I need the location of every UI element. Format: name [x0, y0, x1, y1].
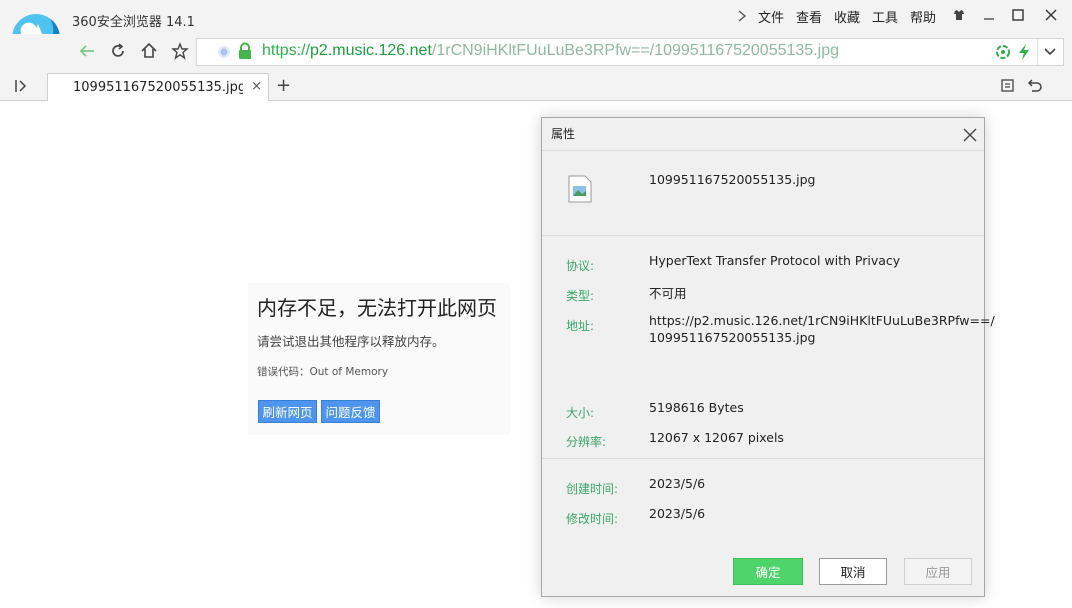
- dialog-titlebar: [542, 118, 984, 150]
- modified-value: 2023/5/6: [649, 506, 706, 521]
- undo-close-tab-icon[interactable]: [1026, 78, 1042, 94]
- url-text: https://p2.music.126.net/1rCN9iHKltFUuLu…: [262, 42, 839, 60]
- modified-label: 修改时间:: [566, 512, 619, 526]
- type-label: 类型:: [566, 289, 595, 303]
- address-label: 地址:: [566, 319, 595, 333]
- created-label: 创建时间:: [566, 482, 619, 496]
- cancel-button[interactable]: 取消: [819, 558, 887, 585]
- divider: [542, 235, 984, 236]
- speed-mode-bolt-icon[interactable]: [1017, 43, 1031, 61]
- maximize-icon[interactable]: [1005, 4, 1031, 26]
- dialog-close-icon[interactable]: [960, 125, 980, 145]
- favorite-star-icon[interactable]: [167, 39, 193, 63]
- menu-tools[interactable]: 工具: [872, 7, 898, 26]
- refresh-page-button[interactable]: 刷新网页: [258, 400, 317, 423]
- tab-label: 109951167520055135.jpg (12067: [73, 80, 243, 95]
- menu-favorites[interactable]: 收藏: [834, 7, 860, 26]
- size-label: 大小:: [566, 406, 595, 420]
- divider: [542, 458, 984, 459]
- feedback-button[interactable]: 问题反馈: [321, 400, 380, 423]
- type-value: 不可用: [649, 286, 687, 301]
- address-dropdown-chevron-icon[interactable]: [1043, 46, 1057, 58]
- size-value: 5198616 Bytes: [649, 400, 744, 415]
- secure-lock-icon: [239, 42, 251, 59]
- skin-shirt-icon[interactable]: [946, 4, 972, 26]
- refresh-icon[interactable]: [105, 39, 131, 63]
- apply-button[interactable]: 应用: [904, 558, 972, 585]
- resolution-label: 分辨率:: [566, 435, 607, 449]
- resolution-value: 12067 x 12067 pixels: [649, 430, 784, 445]
- error-code: 错误代码：Out of Memory: [257, 366, 389, 378]
- url-path: /1rCN9iHKltFUuLuBe3RPfw==/10995116752005…: [431, 42, 839, 59]
- address-value-line1: https://p2.music.126.net/1rCN9iHKltFUuLu…: [649, 313, 995, 328]
- back-icon[interactable]: [74, 39, 100, 63]
- sidebar-toggle-icon[interactable]: [13, 78, 29, 94]
- menu-help[interactable]: 帮助: [910, 7, 936, 26]
- compat-mode-icon[interactable]: [995, 44, 1011, 60]
- url-host: p2.music.126.net: [310, 42, 432, 59]
- minimize-icon[interactable]: [976, 4, 1002, 26]
- menu-expand-chevron-icon[interactable]: [736, 9, 748, 23]
- error-title: 内存不足，无法打开此网页: [257, 296, 497, 320]
- tab-list-icon[interactable]: [1000, 78, 1016, 94]
- dialog-title: 属性: [551, 127, 576, 141]
- image-file-icon: [568, 175, 592, 203]
- address-value-line2: 109951167520055135.jpg: [649, 330, 816, 345]
- menu-view[interactable]: 查看: [796, 7, 822, 26]
- site-info-icon[interactable]: [217, 45, 231, 59]
- new-tab-button[interactable]: +: [276, 75, 291, 96]
- menu-file[interactable]: 文件: [758, 7, 784, 26]
- tab-image[interactable]: 109951167520055135.jpg (12067 ×: [47, 73, 269, 101]
- file-name: 109951167520055135.jpg: [649, 172, 816, 187]
- ok-button[interactable]: 确定: [733, 558, 803, 585]
- tab-close-icon[interactable]: ×: [251, 79, 262, 94]
- error-description: 请尝试退出其他程序以释放内存。: [257, 334, 445, 349]
- protocol-value: HyperText Transfer Protocol with Privacy: [649, 253, 901, 268]
- app-title: 360安全浏览器 14.1: [72, 15, 195, 30]
- home-icon[interactable]: [136, 39, 162, 63]
- protocol-label: 协议:: [566, 259, 595, 273]
- url-input[interactable]: https://p2.music.126.net/1rCN9iHKltFUuLu…: [196, 38, 1064, 66]
- divider: [542, 150, 984, 151]
- close-window-icon[interactable]: [1038, 4, 1064, 26]
- created-value: 2023/5/6: [649, 476, 706, 491]
- url-protocol: https://: [262, 42, 311, 59]
